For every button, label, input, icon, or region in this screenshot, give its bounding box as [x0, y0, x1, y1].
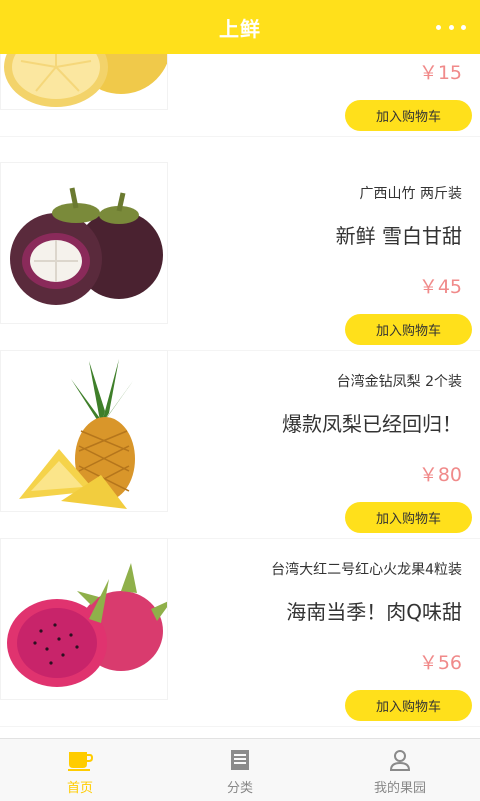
- more-dot-icon: [448, 24, 454, 30]
- tab-label: 分类: [226, 781, 253, 796]
- product-card[interactable]: ￥15 加入购物车: [0, 54, 480, 137]
- product-card[interactable]: 台湾大红二号红心火龙果4粒装 海南当季！肉Q味甜 ￥56 加入购物车: [0, 538, 480, 727]
- user-icon: [387, 747, 413, 773]
- tab-home[interactable]: 首页: [0, 739, 160, 801]
- product-image-mangosteen[interactable]: [0, 162, 168, 324]
- list-icon: [227, 747, 253, 773]
- add-to-cart-button[interactable]: 加入购物车: [345, 100, 472, 131]
- product-image-pineapple[interactable]: [0, 350, 168, 512]
- add-to-cart-button[interactable]: 加入购物车: [345, 502, 472, 533]
- more-dot-icon: [436, 24, 441, 30]
- tab-category[interactable]: 分类: [160, 739, 320, 801]
- more-options-button[interactable]: [436, 15, 466, 39]
- add-to-cart-button[interactable]: 加入购物车: [345, 690, 472, 721]
- cup-icon: [67, 747, 93, 773]
- product-image-dragon-fruit[interactable]: [0, 538, 168, 700]
- product-description: 海南当季！肉Q味甜: [286, 600, 462, 624]
- app-header: 上鲜: [0, 0, 480, 54]
- product-name: 广西山竹 两斤装: [359, 186, 462, 202]
- tab-label: 首页: [66, 781, 93, 796]
- product-description: 新鲜 雪白甘甜: [335, 224, 462, 248]
- product-list[interactable]: ￥15 加入购物车 广西山竹 两斤装 新鲜 雪白甘甜 ￥45 加入购物车 台湾金…: [0, 54, 480, 738]
- product-name: 台湾金钻凤梨 2个装: [336, 374, 462, 390]
- product-card[interactable]: 广西山竹 两斤装 新鲜 雪白甘甜 ￥45 加入购物车: [0, 162, 480, 351]
- product-price: ￥15: [418, 62, 462, 84]
- product-description: 爆款凤梨已经回归！: [282, 412, 462, 436]
- product-price: ￥56: [418, 652, 462, 674]
- tab-my-orchard[interactable]: 我的果园: [320, 739, 480, 801]
- product-price: ￥80: [418, 464, 462, 486]
- tab-label: 我的果园: [373, 781, 426, 796]
- product-image-grapefruit[interactable]: [0, 54, 168, 110]
- product-name: 台湾大红二号红心火龙果4粒装: [271, 562, 462, 578]
- add-to-cart-button[interactable]: 加入购物车: [345, 314, 472, 345]
- product-card[interactable]: 台湾金钻凤梨 2个装 爆款凤梨已经回归！ ￥80 加入购物车: [0, 350, 480, 539]
- bottom-tab-bar: 首页 分类 我的果园: [0, 738, 480, 801]
- page-title: 上鲜: [219, 16, 261, 41]
- product-price: ￥45: [418, 276, 462, 298]
- more-dot-icon: [461, 24, 466, 30]
